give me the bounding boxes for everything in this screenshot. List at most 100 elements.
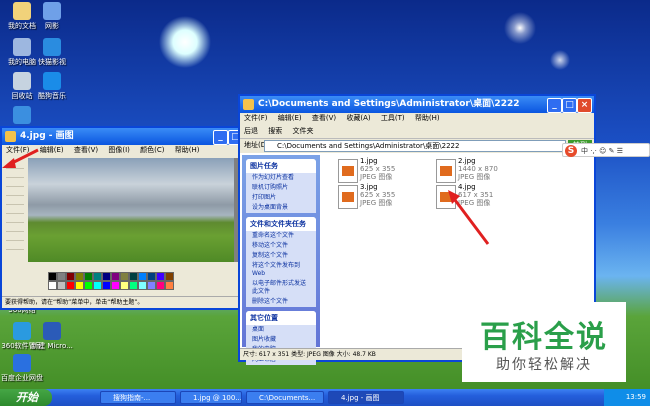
- file-details: 2.jpg 1440 x 870 JPEG 图像: [458, 157, 498, 181]
- explorer-menubar: 文件(F) 编辑(E) 查看(V) 收藏(A) 工具(T) 帮助(H): [240, 113, 594, 124]
- palette-swatch[interactable]: [75, 272, 84, 281]
- palette-swatch[interactable]: [129, 272, 138, 281]
- taskbar-item[interactable]: C:\Documents...: [246, 391, 324, 404]
- desktop-icon-image: [13, 38, 31, 56]
- brand-watermark: 百科全说 助你轻松解决: [462, 302, 626, 382]
- palette-swatch[interactable]: [138, 272, 147, 281]
- paint-titlebar[interactable]: 4.jpg - 画图 _ □ ×: [2, 128, 260, 145]
- menu-edit[interactable]: 编辑(E): [278, 114, 302, 122]
- task-link[interactable]: 图片收藏: [246, 335, 316, 345]
- menu-colors[interactable]: 颜色(C): [140, 146, 164, 154]
- desktop-icon[interactable]: 新建 Micro...: [30, 322, 74, 350]
- menu-view[interactable]: 查看(V): [312, 114, 336, 122]
- palette-swatch[interactable]: [120, 272, 129, 281]
- menu-edit[interactable]: 编辑(E): [40, 146, 64, 154]
- task-link[interactable]: 复制这个文件: [246, 251, 316, 261]
- palette-swatch[interactable]: [165, 281, 174, 290]
- task-panel-header[interactable]: 其它位置: [246, 311, 316, 325]
- task-link[interactable]: 桌面: [246, 325, 316, 335]
- task-link[interactable]: 作为幻灯片查看: [246, 173, 316, 183]
- palette-swatch[interactable]: [84, 272, 93, 281]
- task-link[interactable]: 删除这个文件: [246, 297, 316, 307]
- menu-tools[interactable]: 工具(T): [381, 114, 405, 122]
- menu-image[interactable]: 图像(I): [108, 146, 130, 154]
- desktop-icon-image: [13, 2, 31, 20]
- file-item[interactable]: 3.jpg 625 x 355 JPEG 图像: [338, 183, 430, 215]
- palette-swatch[interactable]: [156, 272, 165, 281]
- taskbar-item[interactable]: 1.jpg @ 100...: [180, 391, 242, 404]
- desktop-icon[interactable]: 快猫影视: [30, 38, 74, 66]
- palette-swatch[interactable]: [57, 281, 66, 290]
- file-item[interactable]: 4.jpg 617 x 351 JPEG 图像: [436, 183, 528, 215]
- palette-swatch[interactable]: [66, 281, 75, 290]
- palette-swatch[interactable]: [111, 281, 120, 290]
- close-button[interactable]: ×: [577, 98, 592, 113]
- menu-file[interactable]: 文件(F): [6, 146, 30, 154]
- minimize-button[interactable]: _: [547, 98, 562, 113]
- desktop-icon[interactable]: 酷狗音乐: [30, 72, 74, 100]
- palette-swatch[interactable]: [129, 281, 138, 290]
- palette-swatch[interactable]: [156, 281, 165, 290]
- brand-subtitle: 助你轻松解决: [496, 357, 592, 373]
- explorer-title: C:\Documents and Settings\Administrator\…: [258, 99, 520, 109]
- palette-swatch[interactable]: [84, 281, 93, 290]
- task-link[interactable]: 以电子邮件形式发送此文件: [246, 279, 316, 297]
- start-button[interactable]: 开始: [0, 389, 52, 406]
- file-details: 4.jpg 617 x 351 JPEG 图像: [458, 183, 493, 207]
- taskbar-item-active[interactable]: 4.jpg - 画图: [328, 391, 404, 404]
- back-button[interactable]: 后退: [244, 127, 258, 135]
- minimize-button[interactable]: _: [213, 130, 228, 145]
- maximize-button[interactable]: □: [562, 98, 577, 113]
- desktop-icon-label: 网影: [45, 22, 59, 30]
- clock[interactable]: 13:59: [626, 393, 646, 401]
- task-link[interactable]: 移动这个文件: [246, 241, 316, 251]
- palette-swatch[interactable]: [57, 272, 66, 281]
- palette-swatch[interactable]: [75, 281, 84, 290]
- palette-swatch[interactable]: [66, 272, 75, 281]
- palette-swatch[interactable]: [48, 281, 57, 290]
- task-link[interactable]: 设为桌面背景: [246, 203, 316, 213]
- palette-swatch[interactable]: [102, 272, 111, 281]
- paint-app-icon: [5, 131, 16, 142]
- desktop-icon-image: [13, 354, 31, 372]
- file-detail-line: JPEG 图像: [458, 199, 491, 207]
- task-panel: 文件和文件夹任务 重命名这个文件 移动这个文件 复制这个文件 将这个文件发布到 Web 以…: [246, 217, 316, 307]
- desktop-icon-image: [13, 322, 31, 340]
- file-detail-line: 3.jpg: [360, 183, 378, 191]
- palette-swatch[interactable]: [147, 272, 156, 281]
- palette-swatch[interactable]: [138, 281, 147, 290]
- paint-canvas-image[interactable]: [28, 158, 234, 262]
- tool-grid[interactable]: [6, 160, 24, 250]
- task-link[interactable]: 联机订购照片: [246, 183, 316, 193]
- address-input[interactable]: C:\Documents and Settings\Administrator\…: [264, 140, 566, 152]
- task-link[interactable]: 打印图片: [246, 193, 316, 203]
- desktop-icon[interactable]: 网影: [30, 2, 74, 30]
- palette-swatch[interactable]: [93, 281, 102, 290]
- desktop-icon[interactable]: 百度企业网盘: [0, 354, 44, 382]
- menu-favorites[interactable]: 收藏(A): [346, 114, 370, 122]
- explorer-titlebar[interactable]: C:\Documents and Settings\Administrator\…: [240, 96, 594, 113]
- search-button[interactable]: 搜索: [268, 127, 282, 135]
- palette-swatch[interactable]: [165, 272, 174, 281]
- palette-swatch[interactable]: [93, 272, 102, 281]
- menu-help[interactable]: 帮助(H): [175, 146, 200, 154]
- file-detail-line: 625 x 355: [360, 191, 396, 199]
- menu-help[interactable]: 帮助(H): [415, 114, 440, 122]
- brand-title: 百科全说: [480, 320, 608, 355]
- ime-toolbar[interactable]: S 中 ·,· ☺ ✎ ☰: [562, 143, 650, 157]
- palette-swatch[interactable]: [48, 272, 57, 281]
- menu-file[interactable]: 文件(F): [244, 114, 268, 122]
- task-link[interactable]: 将这个文件发布到 Web: [246, 261, 316, 279]
- palette-swatch[interactable]: [120, 281, 129, 290]
- paint-canvas-area: [28, 158, 256, 262]
- taskbar-item[interactable]: 搜狗指南-...: [100, 391, 176, 404]
- palette-swatch[interactable]: [147, 281, 156, 290]
- task-panel-header[interactable]: 文件和文件夹任务: [246, 217, 316, 231]
- folders-button[interactable]: 文件夹: [292, 127, 313, 135]
- menu-view[interactable]: 查看(V): [74, 146, 98, 154]
- task-panel-header[interactable]: 图片任务: [246, 159, 316, 173]
- palette-swatch[interactable]: [102, 281, 111, 290]
- taskbar: 开始 搜狗指南-... 1.jpg @ 100... C:\Documents.…: [0, 389, 650, 406]
- task-link[interactable]: 重命名这个文件: [246, 231, 316, 241]
- palette-swatch[interactable]: [111, 272, 120, 281]
